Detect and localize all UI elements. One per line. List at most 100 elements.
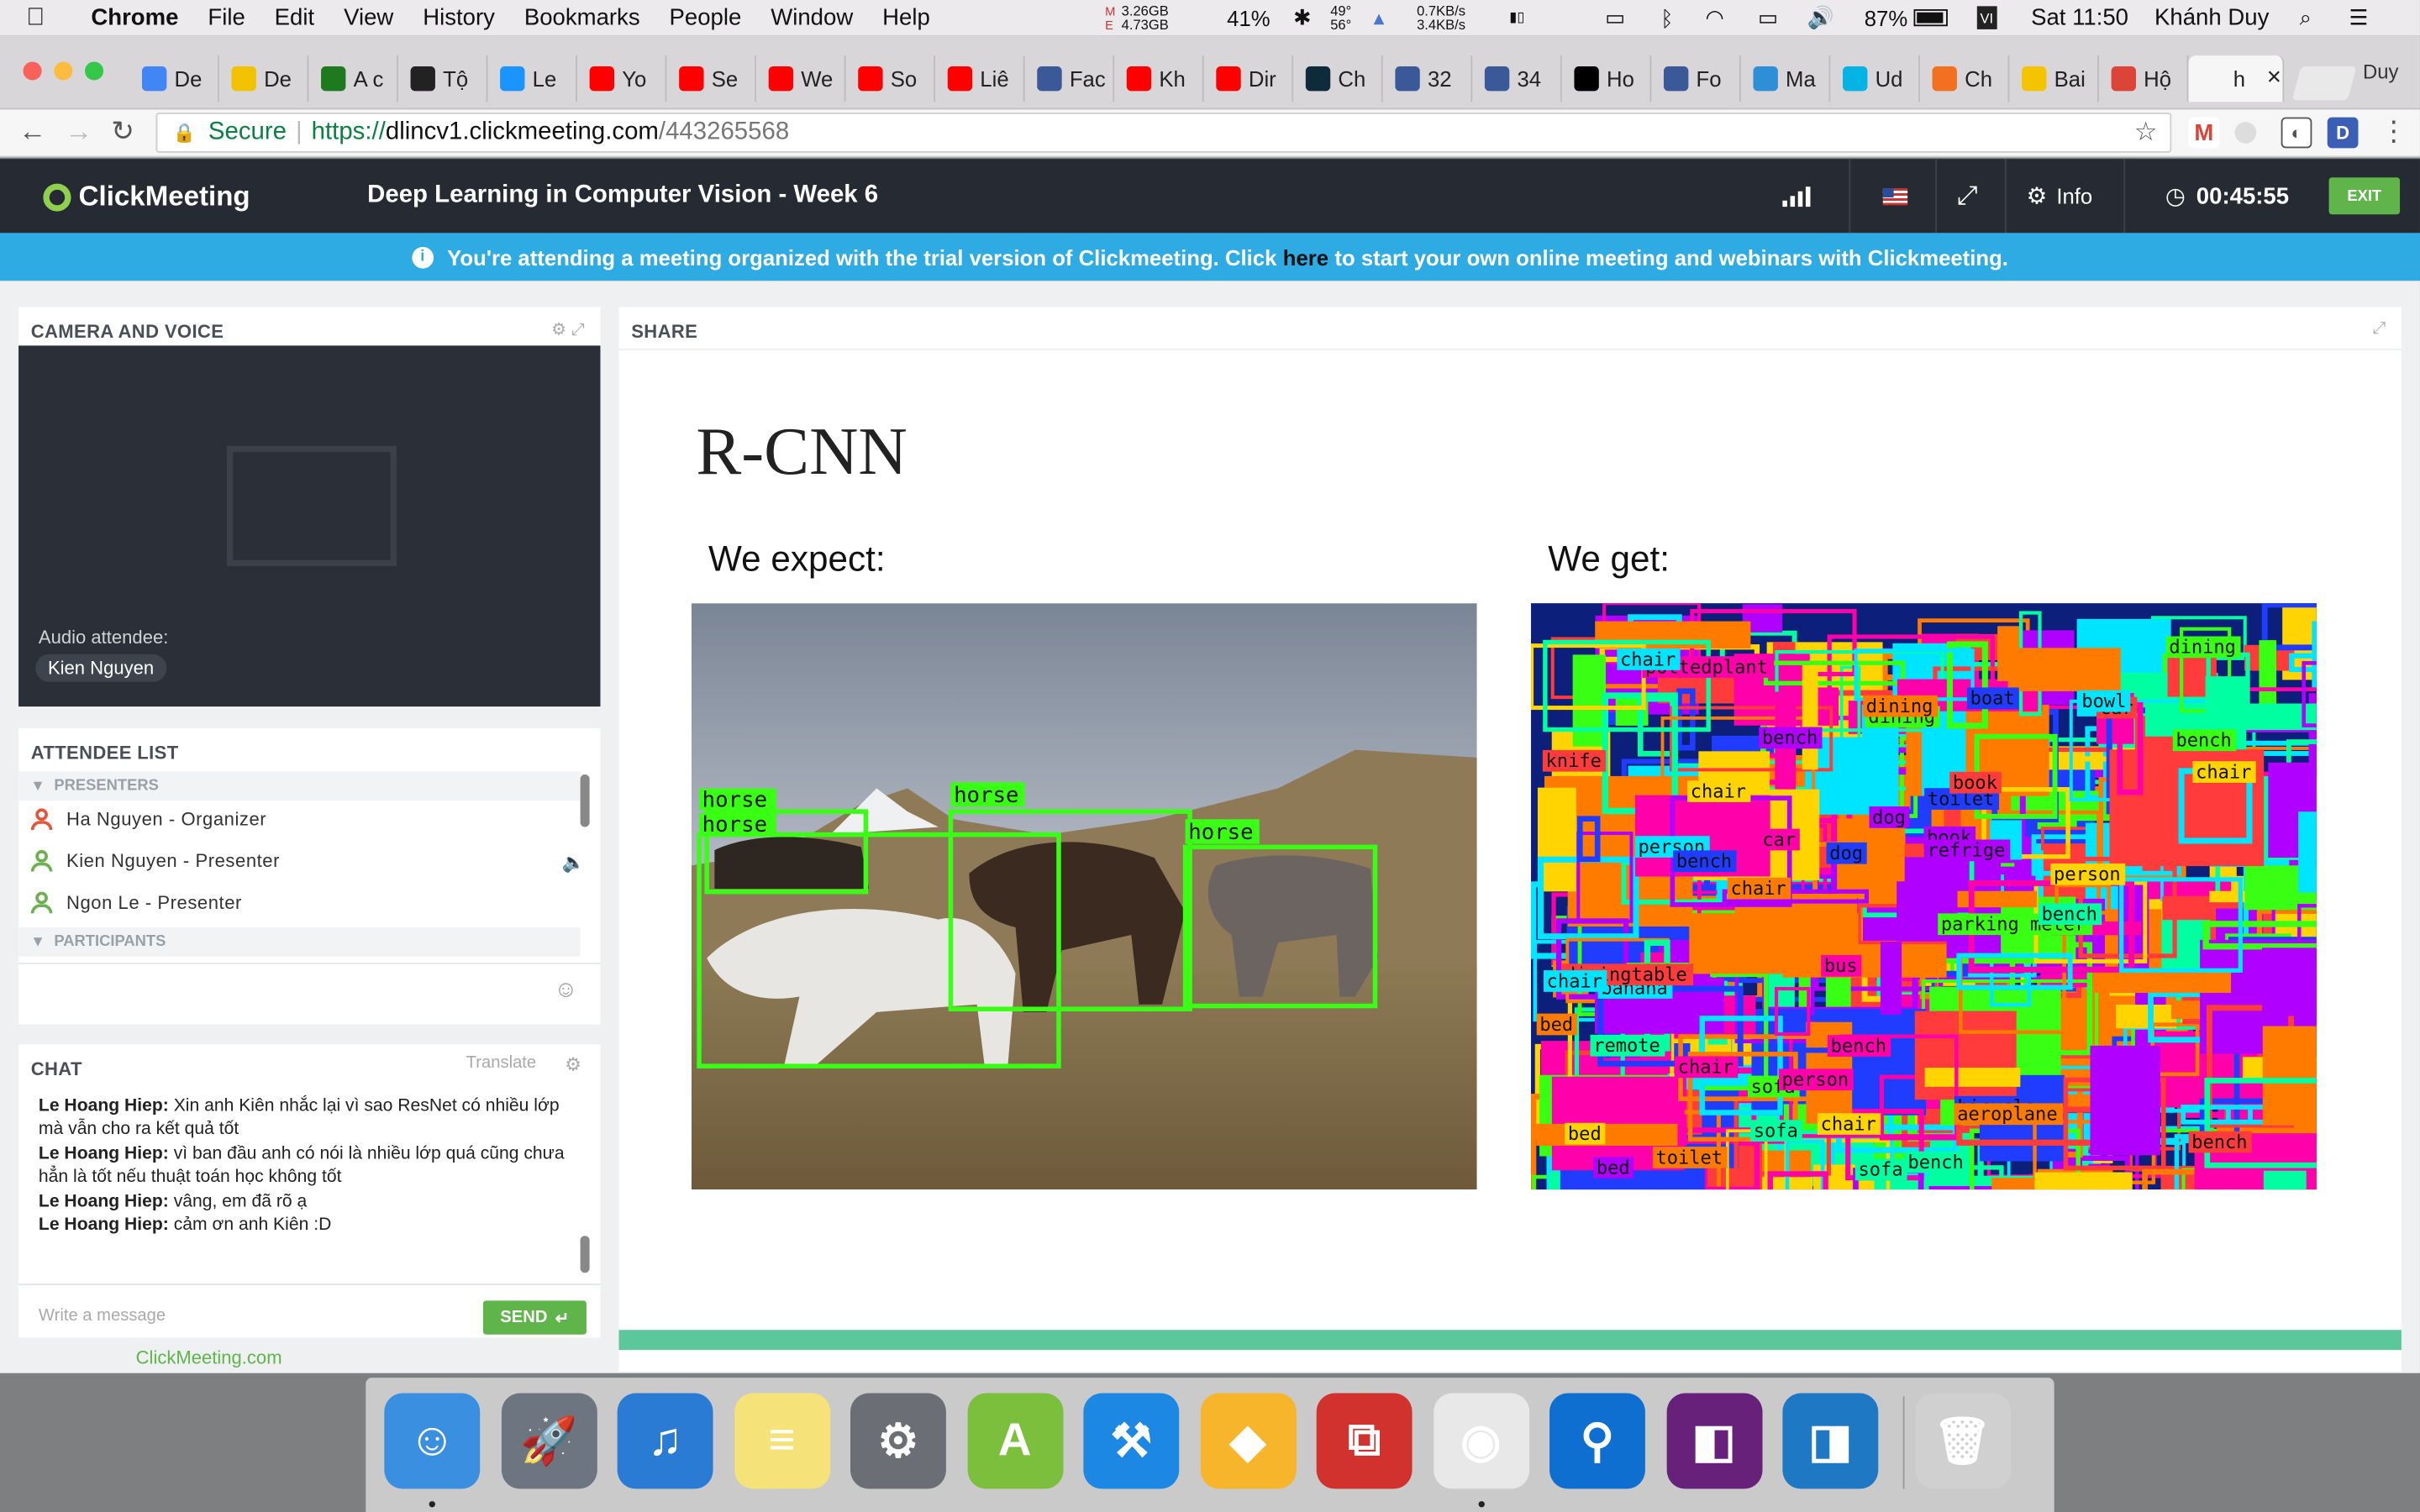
send-button[interactable]: SEND ↵ bbox=[482, 1300, 587, 1335]
forward-arrow-icon[interactable]: → bbox=[65, 116, 92, 149]
menu-app-name[interactable]: Chrome bbox=[91, 5, 178, 31]
extension-dot-icon[interactable] bbox=[2234, 122, 2257, 144]
d-extension-icon[interactable]: D bbox=[2327, 117, 2359, 149]
signal-strength-icon[interactable] bbox=[1782, 159, 1811, 233]
presenters-group-header[interactable]: ▾ PRESENTERS bbox=[18, 771, 581, 801]
display-icon[interactable]: ▭ bbox=[1605, 0, 1625, 35]
settings-icon[interactable]: ⚙ bbox=[551, 321, 566, 339]
vscode-dock-icon[interactable]: ◨ bbox=[1782, 1393, 1879, 1489]
user-name[interactable]: Khánh Duy bbox=[2154, 0, 2269, 35]
browser-tab[interactable]: Ho bbox=[1562, 55, 1652, 102]
close-tab-icon[interactable]: × bbox=[2267, 65, 2281, 92]
sketch-dock-icon[interactable]: ◆ bbox=[1200, 1393, 1296, 1489]
menu-view[interactable]: View bbox=[344, 5, 393, 31]
back-arrow-icon[interactable]: ← bbox=[18, 116, 46, 149]
attendee-row[interactable]: Kien Nguyen - Presenter bbox=[30, 850, 280, 872]
trash-dock-icon[interactable]: 🗑 bbox=[1914, 1393, 2011, 1489]
chrome-dock-icon[interactable]: ◉ bbox=[1433, 1393, 1529, 1489]
itunes-dock-icon[interactable]: ♫ bbox=[617, 1393, 713, 1489]
language-flag-icon[interactable] bbox=[1882, 159, 1908, 233]
network-status[interactable]: 0.7KB/s 3.4KB/s bbox=[1417, 0, 1465, 35]
emoji-icon[interactable]: ☺ bbox=[554, 977, 577, 1003]
browser-tab[interactable]: De bbox=[219, 55, 309, 102]
browser-tab[interactable]: Ch bbox=[1293, 55, 1383, 102]
reload-icon[interactable]: ↻ bbox=[111, 116, 134, 149]
browser-tab[interactable]: 32 bbox=[1383, 55, 1473, 102]
attendee-row[interactable]: Ha Nguyen - Organizer bbox=[30, 808, 266, 831]
airplay-icon[interactable]: ▭ bbox=[1758, 0, 1778, 35]
browser-tab[interactable]: We bbox=[756, 55, 846, 102]
fullscreen-icon[interactable]: ⤢ bbox=[1957, 159, 1978, 233]
clock[interactable]: Sat 11:50 bbox=[2031, 0, 2128, 35]
attendee-scrollbar[interactable] bbox=[580, 774, 590, 827]
address-bar[interactable]: 🔒 Secure | https:// dlincv1.clickmeeting… bbox=[155, 113, 2172, 153]
bluetooth-icon[interactable]: ᛒ bbox=[1660, 0, 1673, 35]
bookmark-star-icon[interactable]: ☆ bbox=[2134, 118, 2158, 149]
xcode-dock-icon[interactable]: ⚒ bbox=[1083, 1393, 1180, 1489]
expand-icon[interactable]: ⤢ bbox=[571, 321, 585, 339]
browser-tab[interactable]: Le bbox=[487, 55, 577, 102]
gmail-extension-icon[interactable]: M bbox=[2188, 117, 2220, 149]
system-preferences-dock-icon[interactable]: ⚙ bbox=[850, 1393, 946, 1489]
visual-studio-dock-icon[interactable]: ◧ bbox=[1665, 1393, 1762, 1489]
wifi-icon[interactable]: ◠ bbox=[1706, 0, 1724, 35]
fan-icon[interactable]: ✱ bbox=[1293, 0, 1312, 35]
chat-input[interactable]: Write a message bbox=[39, 1307, 166, 1326]
launchpad-dock-icon[interactable]: 🚀 bbox=[501, 1393, 597, 1489]
android-studio-dock-icon[interactable]: A bbox=[966, 1393, 1063, 1489]
browser-tab[interactable]: Kh bbox=[1114, 55, 1204, 102]
volume-icon[interactable]: 🔊 bbox=[1807, 0, 1834, 35]
exit-button[interactable]: EXIT bbox=[2328, 177, 2401, 215]
battery-icon[interactable] bbox=[1913, 0, 1948, 35]
notification-center-icon[interactable]: ☰ bbox=[2349, 0, 2368, 35]
cpu-status[interactable]: 41% bbox=[1227, 0, 1270, 35]
menu-help[interactable]: Help bbox=[882, 5, 930, 31]
browser-tab[interactable]: h × bbox=[2188, 55, 2285, 102]
vmware-dock-icon[interactable]: ⧉ bbox=[1316, 1393, 1413, 1489]
browser-tab[interactable]: Liê bbox=[935, 55, 1025, 102]
memory-status[interactable]: ME 3.26GB 4.73GB bbox=[1105, 0, 1169, 35]
attendee-row[interactable]: Ngon Le - Presenter bbox=[30, 891, 242, 914]
chat-settings-icon[interactable]: ⚙ bbox=[565, 1053, 581, 1075]
participants-group-header[interactable]: ▾ PARTICIPANTS bbox=[18, 927, 581, 957]
translate-link[interactable]: Translate bbox=[466, 1053, 536, 1072]
browser-tab[interactable]: 34 bbox=[1472, 55, 1562, 102]
share-expand-icon[interactable]: ⤢ bbox=[2372, 319, 2386, 339]
chrome-menu-icon[interactable]: ⋮ bbox=[2380, 116, 2407, 149]
menu-file[interactable]: File bbox=[208, 5, 245, 31]
browser-tab[interactable]: Ch bbox=[1920, 55, 2010, 102]
battery-percent[interactable]: 87% bbox=[1865, 0, 1907, 35]
menu-history[interactable]: History bbox=[423, 5, 495, 31]
menu-people[interactable]: People bbox=[670, 5, 742, 31]
browser-tab[interactable]: Se bbox=[666, 55, 756, 102]
speaker-icon[interactable]: 🔈 bbox=[562, 852, 585, 874]
notes-dock-icon[interactable]: ≡ bbox=[734, 1393, 830, 1489]
info-button[interactable]: ⚙ Info bbox=[2027, 159, 2093, 233]
menu-edit[interactable]: Edit bbox=[275, 5, 314, 31]
close-window-button[interactable] bbox=[23, 61, 42, 81]
teamviewer-dock-icon[interactable]: ⚲ bbox=[1549, 1393, 1645, 1489]
new-tab-button[interactable] bbox=[2291, 66, 2357, 101]
browser-tab[interactable]: So bbox=[846, 55, 936, 102]
spotlight-search-icon[interactable]: ⌕ bbox=[2300, 0, 2312, 35]
menu-window[interactable]: Window bbox=[771, 5, 853, 31]
browser-tab[interactable]: Fac bbox=[1025, 55, 1115, 102]
browser-tab[interactable]: De bbox=[129, 55, 219, 102]
browser-tab[interactable]: Fo bbox=[1651, 55, 1741, 102]
browser-tab[interactable]: A c bbox=[308, 55, 398, 102]
banner-here-link[interactable]: here bbox=[1283, 244, 1328, 269]
disk-status-icon[interactable]: ▮▯ bbox=[1509, 0, 1524, 35]
temperature-status[interactable]: 49° 56° bbox=[1330, 0, 1351, 35]
minimize-window-button[interactable] bbox=[54, 61, 73, 81]
browser-tab[interactable]: Ma bbox=[1741, 55, 1831, 102]
zoom-window-button[interactable] bbox=[85, 61, 104, 81]
apple-menu-icon[interactable]:  bbox=[26, 4, 72, 32]
chat-scrollbar[interactable] bbox=[580, 1236, 590, 1273]
lightbulb-extension-icon[interactable]: ◐ bbox=[2281, 117, 2312, 149]
browser-tab[interactable]: Bai bbox=[2009, 55, 2099, 102]
browser-tab[interactable]: Dir bbox=[1204, 55, 1294, 102]
browser-tab[interactable]: Hộ bbox=[2099, 55, 2189, 102]
footer-link[interactable]: ClickMeeting.com bbox=[136, 1347, 282, 1368]
input-source-indicator[interactable]: VI bbox=[1976, 6, 1996, 29]
browser-tab[interactable]: Tộ bbox=[398, 55, 488, 102]
